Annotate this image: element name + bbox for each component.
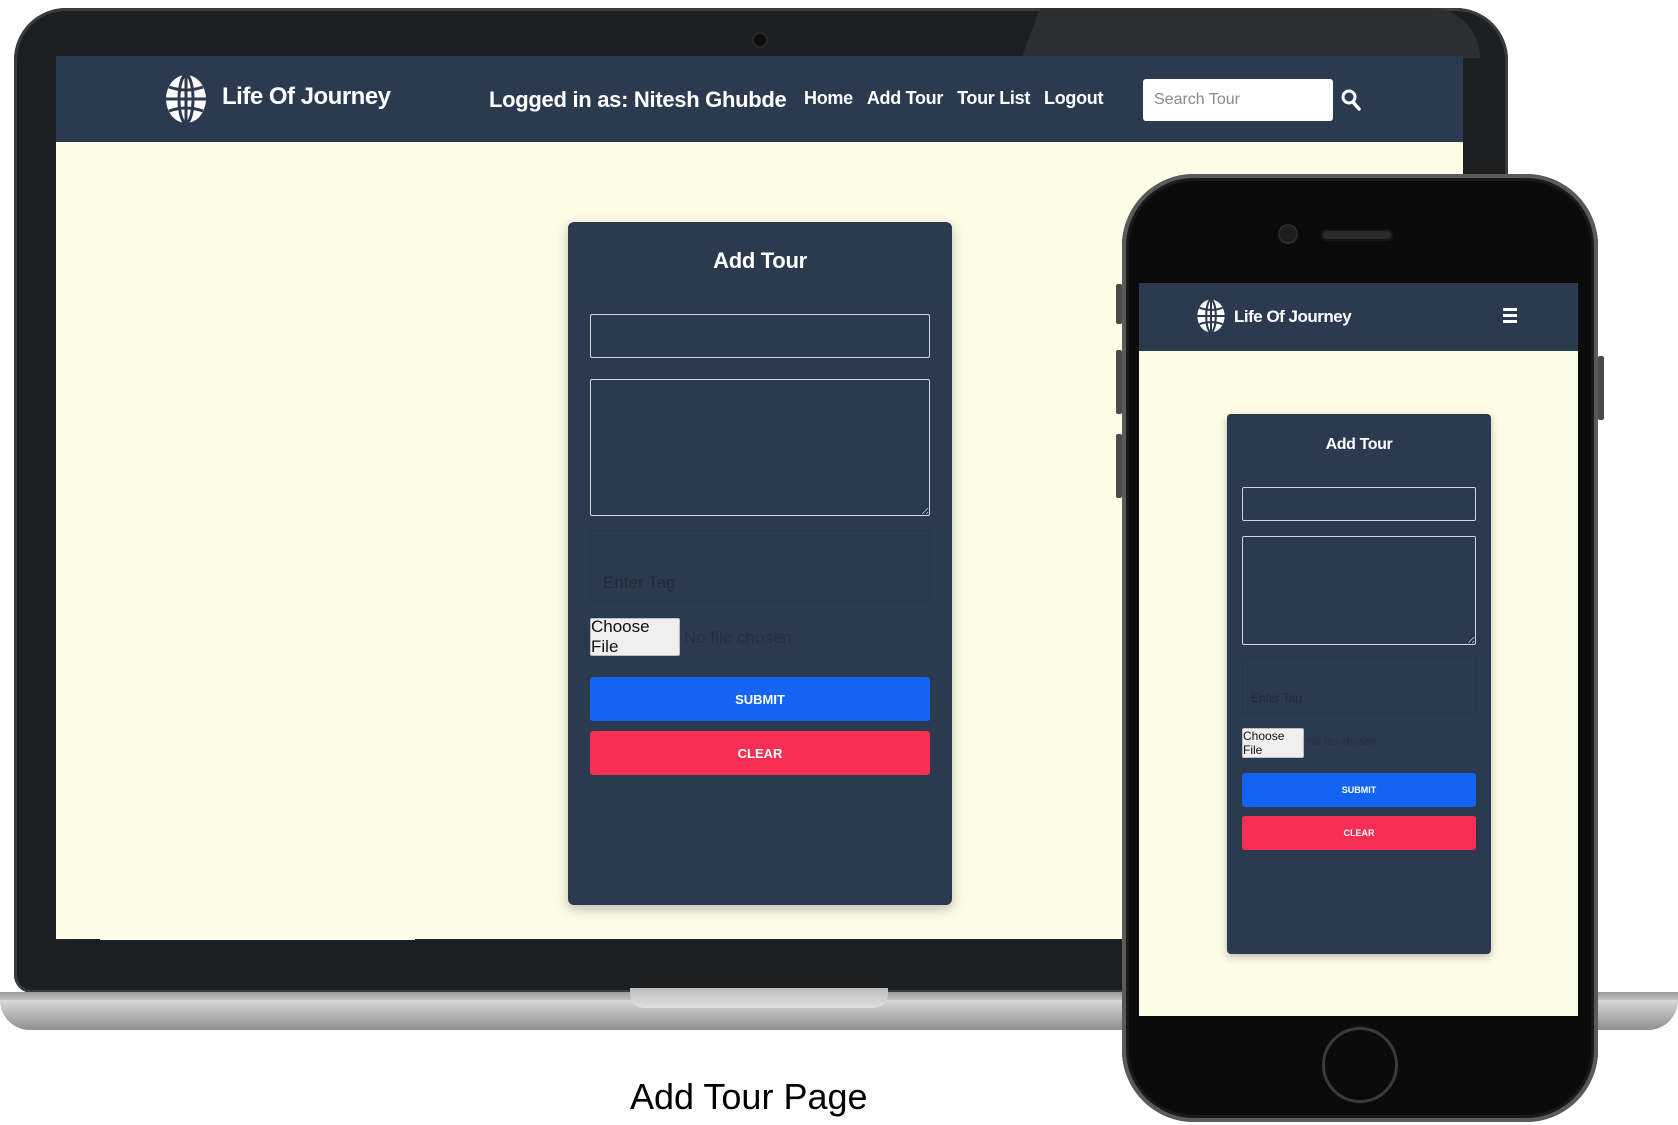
tour-title-input[interactable]: [590, 314, 930, 358]
clear-button[interactable]: CLEAR: [590, 731, 930, 775]
mockup-stage: Life Of Journey Logged in as: Nitesh Ghu…: [0, 0, 1678, 1125]
phone-home-button: [1322, 1027, 1398, 1103]
mobile-navbar: Life Of Journey: [1139, 283, 1578, 351]
laptop-camera-icon: [754, 34, 766, 46]
page-caption: Add Tour Page: [630, 1076, 868, 1117]
hamburger-menu-icon[interactable]: [1503, 308, 1517, 324]
nav-home-link[interactable]: Home: [804, 88, 853, 109]
submit-button[interactable]: SUBMIT: [1242, 773, 1476, 807]
laptop-notch: [630, 988, 888, 1008]
nav-logout-link[interactable]: Logout: [1044, 88, 1103, 109]
globe-icon: [1197, 298, 1225, 334]
nav-tour-list-link[interactable]: Tour List: [957, 88, 1030, 109]
nav-links: Home Add Tour Tour List Logout: [804, 88, 1104, 109]
clear-button[interactable]: CLEAR: [1242, 816, 1476, 850]
form-title: Add Tour: [1325, 436, 1393, 453]
laptop-screen-edge: [100, 938, 415, 940]
choose-file-button[interactable]: Choose File: [1242, 728, 1304, 758]
desktop-navbar: Life Of Journey Logged in as: Nitesh Ghu…: [56, 56, 1463, 142]
phone-side-button: [1598, 356, 1604, 420]
phone-speaker: [1321, 229, 1393, 241]
form-title: Add Tour: [713, 248, 807, 273]
globe-icon: [166, 73, 206, 125]
logged-in-label: Logged in as: Nitesh Ghubde: [489, 87, 787, 112]
brand-title[interactable]: Life Of Journey: [222, 83, 391, 111]
nav-add-tour-link[interactable]: Add Tour: [867, 88, 944, 109]
tour-description-textarea[interactable]: [590, 379, 930, 516]
tag-input[interactable]: [590, 530, 930, 602]
search-icon[interactable]: [1341, 89, 1361, 111]
laptop-lid-shine: [1000, 8, 1480, 58]
tag-input[interactable]: [1242, 657, 1476, 714]
file-status-text: No file chosen: [1307, 736, 1377, 748]
tour-description-textarea[interactable]: [1242, 536, 1476, 645]
search-input[interactable]: [1143, 79, 1333, 121]
submit-button[interactable]: SUBMIT: [590, 677, 930, 721]
add-tour-form: Add Tour Choose File No file chosen SUBM…: [568, 222, 952, 905]
tour-title-input[interactable]: [1242, 487, 1476, 521]
add-tour-form: Add Tour Choose File No file chosen SUBM…: [1227, 414, 1491, 954]
choose-file-button[interactable]: Choose File: [590, 617, 680, 656]
brand-title[interactable]: Life Of Journey: [1234, 307, 1352, 327]
phone-camera-icon: [1280, 226, 1296, 242]
file-status-text: No file chosen: [684, 628, 792, 647]
mobile-screen: Life Of Journey Add Tour Choose File No …: [1139, 283, 1578, 1016]
